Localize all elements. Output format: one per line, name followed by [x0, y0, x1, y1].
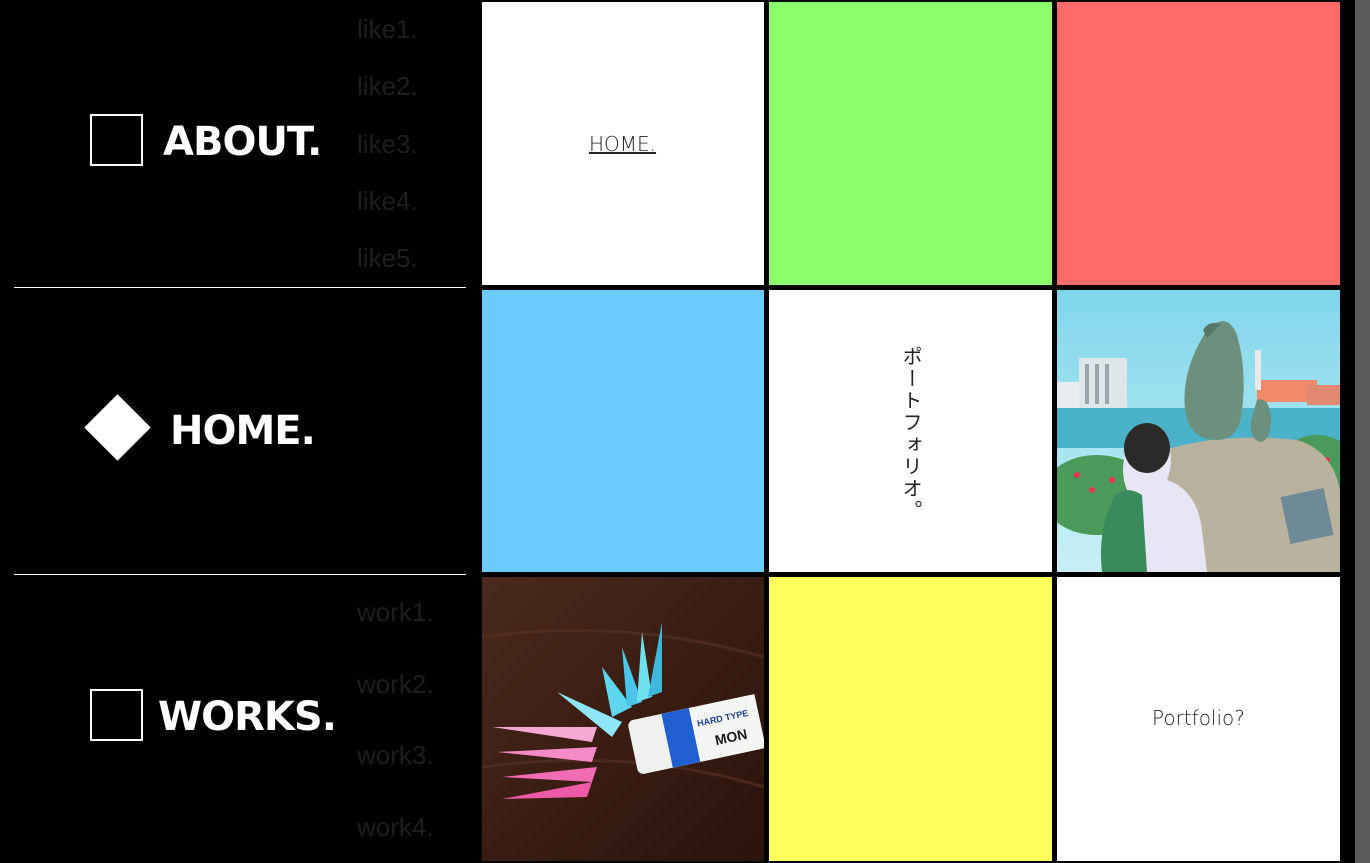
penguin-statue-photo-icon	[1057, 290, 1340, 572]
nav-section-works[interactable]: WORKS. work1. work2. work3. work4.	[0, 575, 480, 863]
square-icon	[90, 689, 143, 741]
work-item-1[interactable]: work1.	[357, 597, 434, 628]
portfolio-question: Portfolio?	[1152, 706, 1245, 730]
nav-home-label[interactable]: HOME.	[170, 411, 316, 451]
work-item-3[interactable]: work3.	[357, 740, 434, 771]
like-item-4[interactable]: like4.	[357, 186, 418, 217]
nav-section-home[interactable]: HOME.	[0, 288, 480, 574]
nav-section-about[interactable]: ABOUT. like1. like2. like3. like4. like5…	[0, 0, 480, 287]
tile-home-link[interactable]: HOME.	[482, 2, 764, 285]
nav-about-label[interactable]: ABOUT.	[163, 122, 322, 162]
sidebar-nav: ABOUT. like1. like2. like3. like4. like5…	[0, 0, 480, 863]
nav-works-label[interactable]: WORKS.	[158, 697, 337, 737]
home-link[interactable]: HOME.	[589, 132, 656, 156]
work-item-2[interactable]: work2.	[357, 669, 434, 700]
tile-vertical-text[interactable]: ポートフォリオ。	[769, 290, 1052, 572]
square-icon	[90, 114, 143, 166]
like-item-3[interactable]: like3.	[357, 129, 418, 160]
scrollbar[interactable]	[1355, 0, 1370, 863]
work-item-4[interactable]: work4.	[357, 812, 434, 843]
tile-yellow[interactable]	[769, 577, 1052, 861]
diamond-icon	[84, 394, 151, 461]
origami-cranes-eraser-photo-icon: HARD TYPE MON	[482, 577, 764, 861]
tile-green[interactable]	[769, 2, 1052, 285]
like-item-1[interactable]: like1.	[357, 14, 418, 45]
tile-red[interactable]	[1057, 2, 1340, 285]
tile-penguin-photo[interactable]	[1057, 290, 1340, 572]
tile-grid: HOME. ポートフォリオ。 HARD TYPE MON Portfolio?	[480, 0, 1355, 863]
like-item-2[interactable]: like2.	[357, 71, 418, 102]
tile-portfolio[interactable]: Portfolio?	[1057, 577, 1340, 861]
tile-origami-photo[interactable]: HARD TYPE MON	[482, 577, 764, 861]
like-item-5[interactable]: like5.	[357, 243, 418, 274]
vertical-portfolio-text: ポートフォリオ。	[899, 346, 923, 522]
tile-blue[interactable]	[482, 290, 764, 572]
